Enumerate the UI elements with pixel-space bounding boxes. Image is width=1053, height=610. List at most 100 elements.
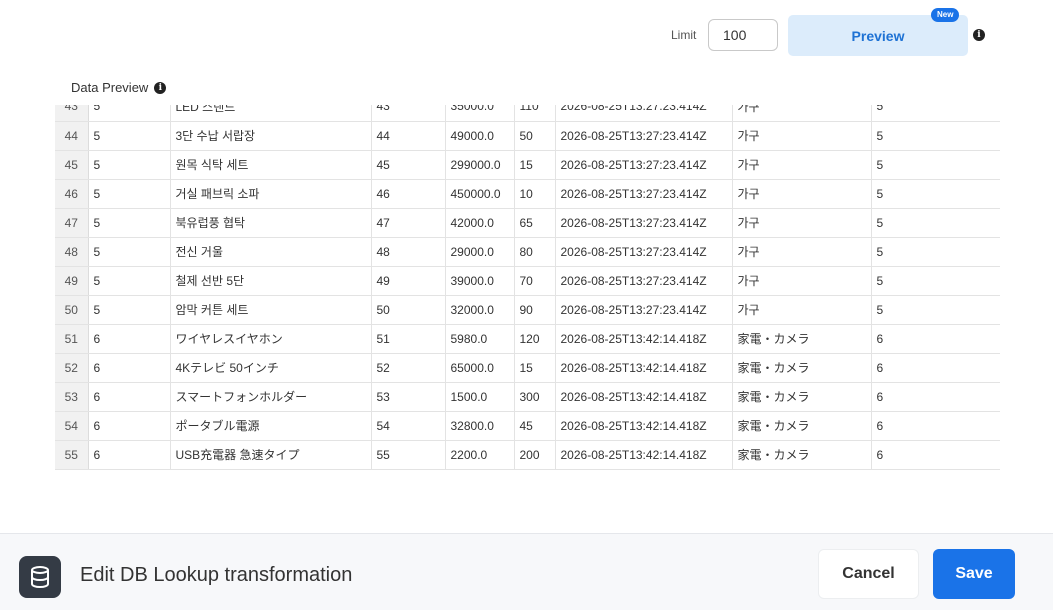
table-cell: 53 <box>371 382 446 412</box>
table-cell: 2026-08-25T13:27:23.414Z <box>555 179 733 209</box>
table-cell: 5 <box>88 295 171 325</box>
table-cell: 80 <box>514 237 556 267</box>
table-cell: 거실 패브릭 소파 <box>170 179 372 209</box>
table-cell: 70 <box>514 266 556 296</box>
table-cell: 가구 <box>732 266 872 296</box>
row-index-cell: 46 <box>55 179 89 209</box>
table-cell: 6 <box>88 440 171 470</box>
table-cell: 6 <box>871 411 1000 441</box>
table-cell: 5 <box>871 237 1000 267</box>
save-button[interactable]: Save <box>933 549 1015 599</box>
cancel-button[interactable]: Cancel <box>818 549 919 599</box>
table-cell: 5 <box>871 266 1000 296</box>
table-cell: 6 <box>88 353 171 383</box>
table-cell: 4Kテレビ 50インチ <box>170 353 372 383</box>
table-cell: 가구 <box>732 105 872 122</box>
table-cell: 家電・カメラ <box>732 440 872 470</box>
table-cell: 5 <box>88 179 171 209</box>
table-cell: 5 <box>871 150 1000 180</box>
table-cell: 42000.0 <box>445 208 515 238</box>
table-cell: 55 <box>371 440 446 470</box>
table-row: 47 5 북유럽풍 협탁 47 42000.0 65 2026-08-25T13:27:23… <box>55 208 1000 238</box>
data-preview-table-container[interactable]: 43 5 LED 스탠드 43 35000.0 110 2026-08-25T13:27:2… <box>55 105 1000 473</box>
table-cell: 6 <box>88 382 171 412</box>
table-cell: 299000.0 <box>445 150 515 180</box>
table-row: 48 5 전신 거울 48 29000.0 80 2026-08-25T13:27:23.4… <box>55 237 1000 267</box>
table-row: 50 5 암막 커튼 세트 50 32000.0 90 2026-08-25T13:27:2… <box>55 295 1000 325</box>
data-preview-heading: Data Preview i <box>71 80 167 95</box>
row-index-cell: 45 <box>55 150 89 180</box>
table-cell: 5 <box>88 237 171 267</box>
data-preview-title: Data Preview <box>71 80 149 95</box>
table-cell: 200 <box>514 440 556 470</box>
row-index-cell: 51 <box>55 324 89 354</box>
limit-label: Limit <box>671 28 697 42</box>
table-cell: 44 <box>371 121 446 151</box>
info-icon[interactable]: i <box>154 81 167 94</box>
table-cell: 2026-08-25T13:42:14.418Z <box>555 324 733 354</box>
table-cell: 6 <box>871 353 1000 383</box>
table-cell: 家電・カメラ <box>732 324 872 354</box>
row-index-cell: 50 <box>55 295 89 325</box>
table-cell: 6 <box>871 440 1000 470</box>
table-cell: 6 <box>88 411 171 441</box>
table-cell: 5 <box>88 208 171 238</box>
table-cell: 전신 거울 <box>170 237 372 267</box>
table-cell: 원목 식탁 세트 <box>170 150 372 180</box>
table-cell: ワイヤレスイヤホン <box>170 324 372 354</box>
table-cell: USB充電器 急速タイプ <box>170 440 372 470</box>
table-cell: 50 <box>514 121 556 151</box>
table-cell: 15 <box>514 150 556 180</box>
table-cell: 120 <box>514 324 556 354</box>
table-row: 43 5 LED 스탠드 43 35000.0 110 2026-08-25T13:27:2… <box>55 105 1000 122</box>
table-cell: 가구 <box>732 150 872 180</box>
new-badge: New <box>931 8 960 22</box>
table-cell: 5 <box>88 266 171 296</box>
table-cell: 32000.0 <box>445 295 515 325</box>
table-cell: 가구 <box>732 237 872 267</box>
table-cell: スマートフォンホルダー <box>170 382 372 412</box>
table-cell: 5 <box>88 150 171 180</box>
row-index-cell: 48 <box>55 237 89 267</box>
table-row: 55 6 USB充電器 急速タイプ 55 2200.0 200 2026-08-25T13:… <box>55 440 1000 470</box>
table-cell: 50 <box>371 295 446 325</box>
table-cell: 6 <box>871 324 1000 354</box>
limit-input[interactable] <box>708 19 778 51</box>
table-row: 44 5 3단 수납 서랍장 44 49000.0 50 2026-08-25T13:27:… <box>55 121 1000 151</box>
table-cell: 49000.0 <box>445 121 515 151</box>
table-cell: 32800.0 <box>445 411 515 441</box>
info-icon[interactable]: i <box>973 29 985 41</box>
table-cell: ポータブル電源 <box>170 411 372 441</box>
table-cell: 가구 <box>732 179 872 209</box>
preview-toolbar: Limit Preview New i <box>0 0 1053 70</box>
table-cell: 15 <box>514 353 556 383</box>
dialog-footer: Edit DB Lookup transformation Cancel Sav… <box>0 533 1053 610</box>
table-cell: 6 <box>88 324 171 354</box>
table-cell: 2026-08-25T13:27:23.414Z <box>555 266 733 296</box>
table-cell: 10 <box>514 179 556 209</box>
table-cell: 3단 수납 서랍장 <box>170 121 372 151</box>
table-cell: 49 <box>371 266 446 296</box>
table-cell: 2026-08-25T13:27:23.414Z <box>555 208 733 238</box>
table-row: 54 6 ポータブル電源 54 32800.0 45 2026-08-25T13:42:14… <box>55 411 1000 441</box>
table-cell: 2026-08-25T13:42:14.418Z <box>555 353 733 383</box>
table-cell: 52 <box>371 353 446 383</box>
table-cell: 45 <box>514 411 556 441</box>
row-index-cell: 53 <box>55 382 89 412</box>
dialog-title: Edit DB Lookup transformation <box>80 564 353 586</box>
row-index-cell: 55 <box>55 440 89 470</box>
table-row: 46 5 거실 패브릭 소파 46 450000.0 10 2026-08-25T13:27… <box>55 179 1000 209</box>
table-cell: 65000.0 <box>445 353 515 383</box>
row-index-cell: 52 <box>55 353 89 383</box>
table-cell: 5 <box>871 105 1000 122</box>
table-cell: 48 <box>371 237 446 267</box>
table-cell: 6 <box>871 382 1000 412</box>
database-icon <box>19 556 61 598</box>
table-cell: 가구 <box>732 121 872 151</box>
table-cell: 5 <box>88 121 171 151</box>
table-cell: 300 <box>514 382 556 412</box>
table-cell: 65 <box>514 208 556 238</box>
row-index-cell: 43 <box>55 105 89 122</box>
table-cell: 51 <box>371 324 446 354</box>
table-row: 52 6 4Kテレビ 50インチ 52 65000.0 15 2026-08-25T13:4… <box>55 353 1000 383</box>
